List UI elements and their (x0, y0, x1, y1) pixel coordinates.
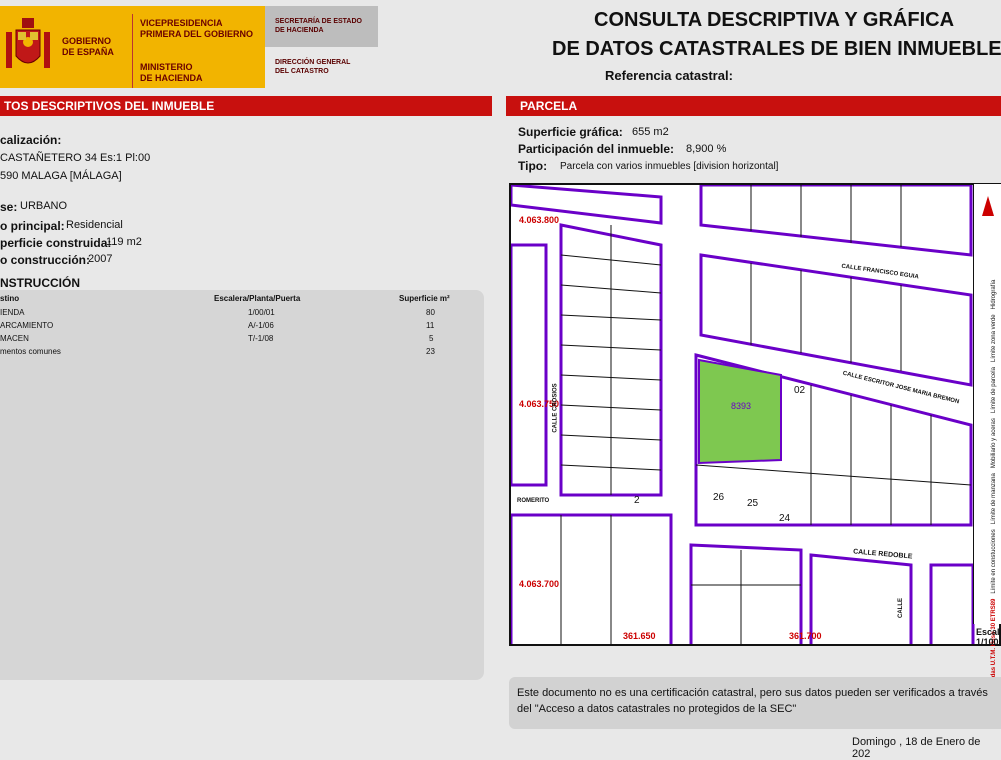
document-date: Domingo , 18 de Enero de 202 (852, 736, 981, 760)
anio-label: o construcción: (0, 253, 91, 267)
table-cell: MACEN (0, 334, 29, 343)
table-cell: ARCAMIENTO (0, 321, 54, 330)
coord-y-label: 4.063.800 (519, 215, 560, 225)
participacion-label: Participación del inmueble: (518, 142, 675, 156)
coat-of-arms-icon (0, 6, 58, 88)
construccion-label: NSTRUCCIÓN (0, 276, 80, 290)
tipo-value: Parcela con varios inmuebles [division h… (560, 161, 779, 172)
coord-y-label: 4.063.700 (519, 579, 560, 589)
secretaria-label: SECRETARÍA DE ESTADO DE HACIENDA (275, 18, 362, 34)
uso-value: Residencial (66, 219, 123, 231)
street-label: ROMERITO (517, 498, 550, 504)
parcel-number: 26 (713, 492, 725, 503)
clase-value: URBANO (20, 200, 68, 212)
government-logo: GOBIERNO DE ESPAÑA VICEPRESIDENCIA PRIMERA… (0, 6, 265, 88)
table-header-destino: stino (0, 294, 20, 303)
logo-divider (132, 14, 133, 88)
parcel-number: 2 (634, 495, 640, 506)
tipo-label: Tipo: (518, 159, 548, 173)
parcel-id: 8393 (731, 401, 752, 411)
parcel-number: 02 (794, 385, 806, 396)
map-drawing (511, 185, 975, 644)
parcel-number: 25 (747, 498, 759, 509)
map-legend: 361750 Coordenadas U.T.M. Huso 30 ETRS89… (973, 184, 1001, 727)
superficie-label: perficie construida: (0, 236, 112, 250)
uso-label: o principal: (0, 219, 65, 233)
table-cell: 5 (429, 334, 434, 343)
sup-grafica-label: Superficie gráfica: (518, 125, 623, 139)
vicepresidencia-label: VICEPRESIDENCIA PRIMERA DEL GOBIERNO (140, 18, 254, 39)
table-header-escalera: Escalera/Planta/Puerta (214, 294, 301, 303)
table-cell: mentos comunes (0, 347, 61, 356)
table-cell: IENDA (0, 308, 25, 317)
section-bar-datos: TOS DESCRIPTIVOS DEL INMUEBLE (0, 96, 492, 116)
direccion-label: DIRECCIÓN GENERAL DEL CATASTRO (275, 59, 351, 75)
cadastral-map[interactable]: 4.063.800 4.063.750 4.063.700 361.650 36… (509, 183, 1001, 646)
coord-x-label: 361.700 (789, 631, 822, 641)
table-cell: 1/00/01 (248, 308, 275, 317)
table-header-superficie: Superficie m² (399, 294, 450, 303)
clase-label: se: (0, 200, 18, 214)
ministerio-label: MINISTERIO DE HACIENDA (140, 62, 203, 83)
localizacion-label: calización: (0, 133, 62, 147)
legend-text: 361750 Coordenadas U.T.M. Huso 30 ETRS89… (991, 279, 997, 727)
table-cell: T/-1/08 (248, 334, 274, 343)
table-cell: 80 (426, 308, 435, 317)
document-title: CONSULTA DESCRIPTIVA Y GRÁFICA DE DATOS … (552, 9, 1001, 60)
north-arrow-icon (982, 196, 994, 216)
participacion-value: 8,900 % (686, 143, 727, 155)
section-bar-parcela: PARCELA (506, 96, 1001, 116)
street-label: CALLE CROSIOS (552, 383, 559, 433)
parcel-number: 24 (779, 513, 791, 524)
superficie-value: 119 m2 (106, 236, 142, 248)
address-line-2: 590 MALAGA [MÁLAGA] (0, 170, 122, 182)
map-scale: Escala1/100 (976, 627, 1001, 647)
gov-label: GOBIERNO DE ESPAÑA (62, 36, 114, 57)
construccion-table (0, 290, 484, 680)
table-cell: 11 (426, 321, 435, 330)
sup-grafica-value: 655 m2 (632, 126, 669, 138)
anio-value: 2007 (88, 253, 113, 265)
street-label: CALLE (898, 598, 904, 618)
ref-catastral-label: Referencia catastral: (605, 68, 733, 83)
coord-x-label: 361.650 (623, 631, 656, 641)
disclaimer-notice: Este documento no es una certificación c… (509, 677, 1001, 729)
address-line-1: CASTAÑETERO 34 Es:1 Pl:00 (0, 152, 151, 164)
table-cell: 23 (426, 347, 435, 356)
table-cell: A/-1/06 (248, 321, 274, 330)
